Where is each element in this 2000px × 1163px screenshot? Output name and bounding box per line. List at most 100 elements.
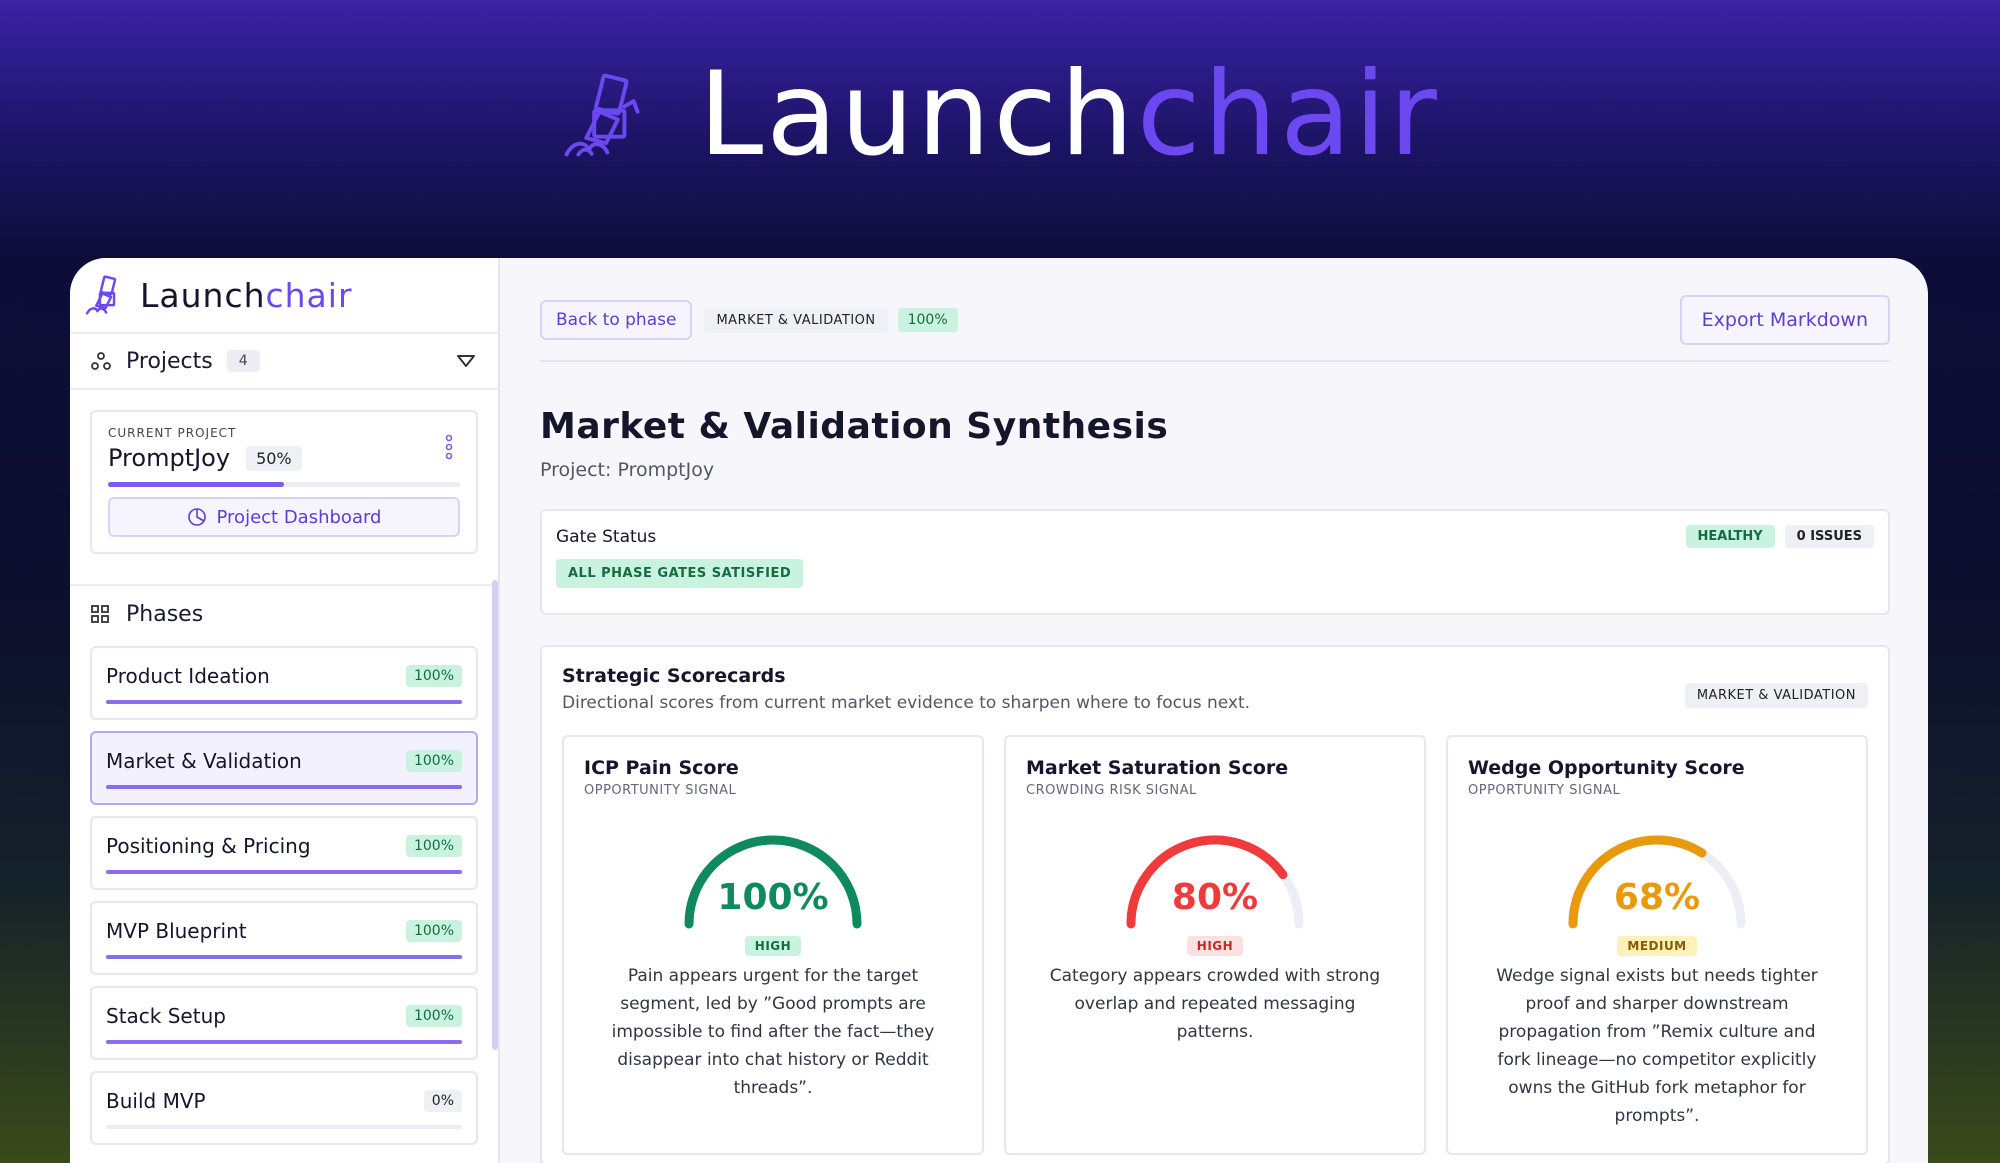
gauge-title: ICP Pain Score	[584, 757, 739, 779]
top-bar: Back to phase MARKET & VALIDATION 100% E…	[540, 295, 1890, 362]
sidebar-brand-part2: chair	[265, 275, 353, 315]
project-subtitle: Project: PromptJoy	[540, 459, 715, 481]
current-project-card: CURRENT PROJECT PromptJoy 50% Project Da…	[90, 410, 478, 554]
sidebar-logo[interactable]: Launchchair	[70, 258, 498, 334]
current-project-label: CURRENT PROJECT	[108, 426, 237, 440]
launchchair-logo-icon	[85, 275, 117, 315]
sidebar: Launchchair Projects 4 CURRENT PROJECT P…	[70, 258, 500, 1163]
phase-progress-badge: 100%	[897, 308, 958, 332]
gauge-row: ICP Pain Score OPPORTUNITY SIGNAL 100% HIGH…	[562, 735, 1868, 1155]
gates-satisfied-badge: ALL PHASE GATES SATISFIED	[556, 559, 804, 588]
phase-progress-bar	[106, 785, 462, 789]
phase-name: Positioning & Pricing	[106, 834, 311, 858]
phase-item[interactable]: Product Ideation 100%	[90, 646, 478, 720]
score-gauge-card: ICP Pain Score OPPORTUNITY SIGNAL 100% HIGH…	[562, 735, 984, 1155]
projects-dropdown[interactable]: Projects 4	[70, 334, 498, 390]
phase-progress-bar	[106, 955, 462, 959]
phase-progress-fill	[106, 700, 462, 704]
strategic-scorecards: Strategic Scorecards Directional scores …	[540, 645, 1890, 1163]
gauge-value: 100%	[717, 877, 829, 918]
current-project-progress-badge: 50%	[246, 445, 302, 471]
phase-name: Build MVP	[106, 1089, 206, 1113]
gauge-value: 68%	[1613, 877, 1701, 918]
gauge-description: Wedge signal exists but needs tighter pr…	[1496, 966, 1818, 1126]
hero-brand-part1: Launch	[698, 47, 1137, 182]
projects-icon	[91, 352, 111, 370]
grid-icon	[91, 605, 109, 623]
phase-name: Product Ideation	[106, 664, 270, 688]
gauge-value: 80%	[1171, 877, 1259, 918]
issues-badge: 0 ISSUES	[1784, 525, 1874, 548]
phase-progress-badge: 100%	[405, 920, 462, 942]
phase-progress-bar	[106, 1040, 462, 1044]
phase-progress-fill	[106, 955, 462, 959]
gauge-signal: OPPORTUNITY SIGNAL	[584, 783, 737, 798]
score-gauge-card: Wedge Opportunity Score OPPORTUNITY SIGNA…	[1446, 735, 1868, 1155]
phase-name: Market & Validation	[106, 749, 302, 773]
gauge-level-badge: HIGH	[1186, 936, 1244, 956]
phase-item[interactable]: Positioning & Pricing 100%	[90, 816, 478, 890]
main-content: Back to phase MARKET & VALIDATION 100% E…	[500, 258, 1928, 1163]
gauge-level-badge: HIGH	[744, 936, 802, 956]
phase-progress-fill	[106, 870, 462, 874]
hero-wordmark: Launchchair	[699, 57, 1440, 173]
phase-name: Stack Setup	[106, 1004, 226, 1028]
phases-label: Phases	[126, 601, 204, 627]
chevron-down-icon[interactable]	[456, 354, 476, 368]
gauge-level-badge: MEDIUM	[1617, 936, 1697, 956]
scorecards-subtitle: Directional scores from current market e…	[562, 693, 1251, 713]
launchchair-logo-icon	[564, 73, 640, 157]
phase-name: MVP Blueprint	[106, 919, 247, 943]
gauge-title: Wedge Opportunity Score	[1468, 757, 1745, 779]
phase-progress-badge: 100%	[405, 1005, 462, 1027]
phase-item[interactable]: MVP Blueprint 100%	[90, 901, 478, 975]
current-project-name: PromptJoy	[108, 444, 231, 472]
phase-item[interactable]: Build MVP 0%	[90, 1071, 478, 1145]
projects-label: Projects	[126, 348, 213, 374]
phase-progress-badge: 100%	[405, 835, 462, 857]
phase-progress-bar	[106, 700, 462, 704]
phase-progress-bar	[106, 1125, 462, 1129]
app-window: Launchchair Projects 4 CURRENT PROJECT P…	[70, 258, 1928, 1163]
phase-progress-fill	[106, 1040, 462, 1044]
phase-progress-badge: 0%	[423, 1090, 462, 1112]
current-project-progress-bar	[108, 482, 460, 487]
gauge-title: Market Saturation Score	[1026, 757, 1289, 779]
phase-progress-badge: 100%	[405, 750, 462, 772]
project-dashboard-button[interactable]: Project Dashboard	[108, 497, 460, 537]
gate-status-title: Gate Status	[556, 527, 657, 547]
gauge-description: Pain appears urgent for the target segme…	[611, 966, 935, 1098]
hero-logo: Launchchair	[560, 50, 1440, 180]
scorecards-tag: MARKET & VALIDATION	[1684, 683, 1868, 708]
projects-count-badge: 4	[226, 350, 260, 372]
project-dashboard-label: Project Dashboard	[216, 506, 382, 528]
current-project-progress-fill	[108, 482, 284, 487]
page-title: Market & Validation Synthesis	[540, 406, 1169, 447]
pie-chart-icon	[187, 508, 206, 526]
more-options-icon[interactable]	[444, 434, 454, 460]
phase-item[interactable]: Market & Validation 100%	[90, 731, 478, 805]
gate-status-card: Gate Status ALL PHASE GATES SATISFIED HE…	[540, 509, 1890, 615]
gauge-value-block: 80% HIGH	[1006, 877, 1424, 959]
gauge-value-block: 100% HIGH	[564, 877, 982, 959]
hero-brand-part2: chair	[1136, 47, 1440, 182]
phase-list: Product Ideation 100% Market & Validation 1…	[70, 642, 498, 1145]
sidebar-brand-part1: Launch	[140, 275, 266, 315]
sidebar-scrollbar[interactable]	[492, 580, 498, 1050]
phases-header: Phases	[70, 584, 498, 642]
health-badge: HEALTHY	[1685, 525, 1775, 548]
phase-progress-badge: 100%	[405, 665, 462, 687]
score-gauge-card: Market Saturation Score CROWDING RISK SIG…	[1004, 735, 1426, 1155]
phase-item[interactable]: Stack Setup 100%	[90, 986, 478, 1060]
gauge-value-block: 68% MEDIUM	[1448, 877, 1866, 959]
back-to-phase-button[interactable]: Back to phase	[540, 300, 693, 340]
scorecards-title: Strategic Scorecards	[562, 665, 786, 687]
gauge-description: Category appears crowded with strong ove…	[1049, 966, 1381, 1042]
phase-progress-fill	[106, 785, 462, 789]
export-markdown-button[interactable]: Export Markdown	[1679, 295, 1890, 345]
phase-progress-bar	[106, 870, 462, 874]
phase-tag: MARKET & VALIDATION	[704, 307, 888, 333]
gauge-signal: OPPORTUNITY SIGNAL	[1468, 783, 1621, 798]
gauge-signal: CROWDING RISK SIGNAL	[1026, 783, 1197, 798]
sidebar-wordmark: Launchchair	[140, 276, 353, 315]
